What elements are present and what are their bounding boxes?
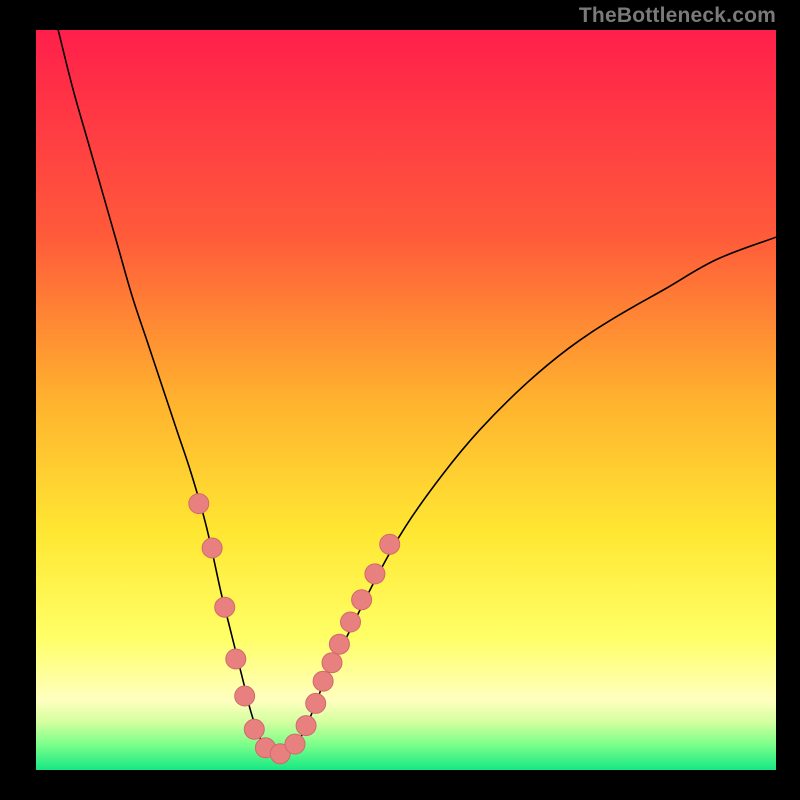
data-marker — [365, 564, 385, 584]
data-marker — [329, 634, 349, 654]
data-marker — [244, 719, 264, 739]
data-marker — [189, 494, 209, 514]
data-marker — [296, 716, 316, 736]
data-marker — [202, 538, 222, 558]
data-marker — [215, 597, 235, 617]
chart-svg — [36, 30, 776, 770]
data-marker — [226, 649, 246, 669]
data-marker — [313, 671, 333, 691]
data-marker — [235, 686, 255, 706]
data-marker — [352, 590, 372, 610]
data-marker — [306, 693, 326, 713]
data-marker — [341, 612, 361, 632]
data-marker — [322, 653, 342, 673]
stage: TheBottleneck.com — [0, 0, 800, 800]
plot-area — [36, 30, 776, 770]
data-marker — [285, 734, 305, 754]
gradient-background — [36, 30, 776, 770]
data-marker — [380, 534, 400, 554]
watermark-text: TheBottleneck.com — [579, 4, 776, 28]
